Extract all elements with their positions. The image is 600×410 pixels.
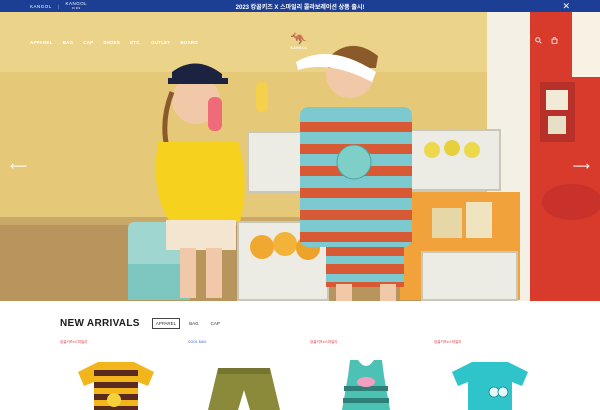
nav-bag[interactable]: BAG [63, 40, 74, 45]
new-arrivals-header: NEW ARRIVALS APPAREL BAG CAP [60, 318, 223, 329]
nav-outlet[interactable]: OUTLET [151, 40, 170, 45]
tab-cap[interactable]: CAP [208, 319, 223, 328]
utility-icons [535, 37, 558, 46]
main-nav: APPAREL BAG CAP SHOES ETC. OUTLET BOARD [30, 40, 198, 45]
tab-bag[interactable]: BAG [186, 319, 202, 328]
product-list: 캉골키즈x스마일리 COOL MAX 캉골키즈x스마일리 캉골키즈x스마일리 [60, 340, 560, 410]
nav-cap[interactable]: CAP [83, 40, 93, 45]
product-card[interactable]: 캉골키즈x스마일리 [434, 340, 544, 410]
tab-apparel[interactable]: APPAREL [151, 318, 181, 329]
kangaroo-icon: 🦘 [290, 31, 308, 46]
nav-etc[interactable]: ETC. [130, 40, 141, 45]
product-card[interactable]: COOL MAX [188, 340, 298, 410]
category-tabs: APPAREL BAG CAP [151, 318, 223, 329]
search-icon[interactable] [535, 37, 542, 46]
product-tag: COOL MAX [188, 340, 207, 344]
promo-text[interactable]: 2023 캉골키즈 X 스마일리 콜라보레이션 상품 출시! [0, 2, 600, 11]
product-tag: 캉골키즈x스마일리 [310, 340, 338, 344]
logo-wordmark: KANGOL [290, 46, 308, 50]
arrow-left-icon[interactable]: ⟵ [10, 160, 27, 172]
product-card[interactable]: 캉골키즈x스마일리 [60, 340, 170, 410]
product-image-striped-tee [78, 362, 154, 410]
nav-board[interactable]: BOARD [180, 40, 198, 45]
product-tag: 캉골키즈x스마일리 [60, 340, 88, 344]
nav-shoes[interactable]: SHOES [103, 40, 120, 45]
hero-banner[interactable]: APPAREL BAG CAP SHOES ETC. OUTLET BOARD … [0, 12, 600, 301]
nav-apparel[interactable]: APPAREL [30, 40, 53, 45]
product-card[interactable]: 캉골키즈x스마일리 [310, 340, 420, 410]
top-promo-bar: KANGOL | KANGOL KIDS 2023 캉골키즈 X 스마일리 콜라… [0, 0, 600, 12]
product-tag: 캉골키즈x스마일리 [434, 340, 462, 344]
section-title: NEW ARRIVALS [60, 318, 140, 329]
product-image-shorts [208, 368, 280, 410]
product-image-tank-top [342, 360, 390, 410]
product-image-teal-tee [452, 362, 528, 410]
kangol-logo[interactable]: 🦘 KANGOL [286, 32, 312, 56]
cart-icon[interactable] [551, 37, 558, 46]
arrow-right-icon[interactable]: ⟶ [573, 160, 590, 172]
close-icon[interactable]: ✕ [562, 0, 570, 12]
